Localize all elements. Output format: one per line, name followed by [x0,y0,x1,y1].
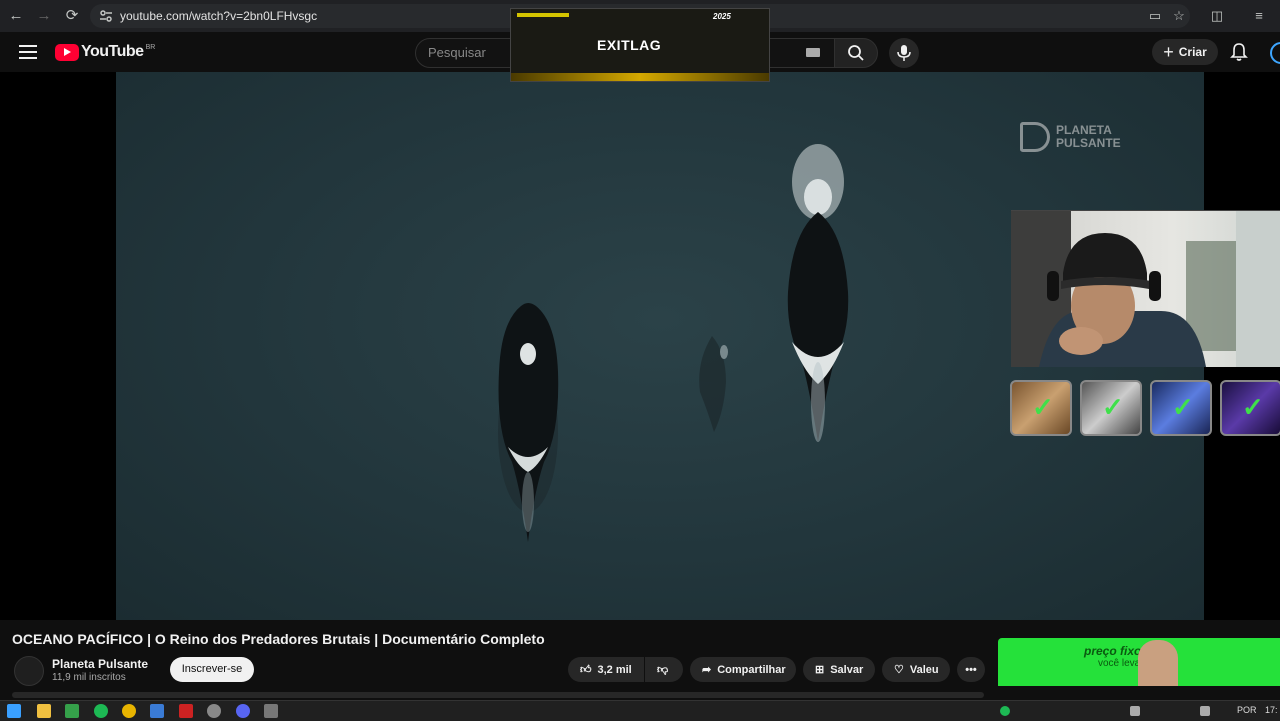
exitlag-ad-overlay[interactable]: 2025 EXITLAG [510,8,770,82]
share-arrow-icon: ➦ [702,664,712,676]
create-label: Criar [1178,45,1207,59]
back-icon[interactable]: ← [6,6,26,26]
menu-icon[interactable]: ≡ [1250,7,1268,25]
like-button[interactable]: 👍︎ 3,2 mil [568,657,644,682]
input-language[interactable]: POR [1237,705,1257,715]
ad-decor-strip [511,73,769,81]
chrome-icon[interactable] [122,704,136,718]
thumbs-up-icon: 👍︎ [580,664,592,676]
app-icon-4[interactable] [264,704,278,718]
search-icon [848,45,864,61]
account-avatar[interactable] [1270,42,1280,64]
region-code: BR [145,43,156,51]
site-settings-icon[interactable] [98,8,114,24]
ad-progress-bar [517,13,569,17]
ad-brand: EXITLAG [597,37,662,53]
orca-right [787,144,849,442]
spotify-icon[interactable] [94,704,108,718]
clock[interactable]: 17: [1265,705,1278,715]
video-title: OCEANO PACÍFICO | O Reino dos Predadores… [12,631,545,647]
subscribe-button[interactable]: Inscrever-se [170,657,254,682]
reload-icon[interactable]: ⟳ [62,6,82,26]
badge-3: ✓ [1150,380,1212,436]
extensions-icon[interactable]: ◫ [1208,7,1226,25]
app-icon-3[interactable] [179,704,193,718]
app-icon-2[interactable] [150,704,164,718]
sponsored-banner[interactable]: preço fixo você leva [998,638,1280,686]
thanks-label: Valeu [909,663,939,676]
save-button[interactable]: ⊞ Salvar [803,657,875,682]
channel-watermark: PLANETA PULSANTE [1020,122,1121,152]
description-scroll[interactable] [12,692,984,698]
banner-model-image [1138,640,1178,686]
checkmark-icon: ✓ [1242,392,1264,422]
search-placeholder: Pesquisar [428,45,486,60]
checkmark-icon: ✓ [1172,392,1194,422]
keyboard-icon[interactable] [806,48,820,57]
voice-search-button[interactable] [889,38,919,68]
checkmark-icon: ✓ [1032,392,1054,422]
planeta-logo-icon [1020,122,1050,152]
like-count: 3,2 mil [597,663,632,676]
notifications-bell-icon[interactable] [1229,42,1249,62]
badge-1: ✓ [1010,380,1072,436]
heart-dollar-icon: ♡ [894,664,904,676]
tray-icon-1[interactable] [1000,706,1010,716]
save-playlist-icon: ⊞ [815,664,825,676]
banner-headline: preço fixo [1084,644,1142,658]
search-button[interactable] [834,38,878,68]
youtube-logo[interactable]: YouTube BR [55,43,155,61]
streamer-image [1011,211,1280,367]
logo-text: YouTube [81,43,144,60]
speaker-icon[interactable] [1200,706,1210,716]
app-icon-1[interactable] [65,704,79,718]
url-text: youtube.com/watch?v=2bn0LFHvsgc [120,9,318,23]
hamburger-menu-icon[interactable] [19,45,37,59]
achievement-badges: ✓ ✓ ✓ ✓ [1010,380,1280,436]
subscriber-count: 11,9 mil inscritos [52,672,126,683]
windows-start-icon[interactable] [7,704,21,718]
tray-icon-2[interactable] [1130,706,1140,716]
play-logo-icon [55,43,79,61]
plus-icon: + [1163,42,1174,62]
file-explorer-icon[interactable] [37,704,51,718]
orca-left [498,303,559,542]
orca-calf [699,336,728,432]
badge-4: ✓ [1220,380,1280,436]
microphone-icon [897,45,911,61]
banner-subtext: você leva [1098,658,1141,669]
watermark-line-2: PULSANTE [1056,136,1121,150]
badge-2: ✓ [1080,380,1142,436]
channel-name[interactable]: Planeta Pulsante [52,657,148,671]
checkmark-icon: ✓ [1102,392,1124,422]
thumbs-down-icon: 👎︎ [657,664,669,676]
more-actions-button[interactable]: ••• [957,657,985,682]
cast-icon[interactable]: ▭ [1146,7,1164,25]
streamer-webcam [1011,210,1280,367]
create-button[interactable]: + Criar [1152,39,1218,65]
steam-icon[interactable] [207,704,221,718]
share-button[interactable]: ➦ Compartilhar [690,657,796,682]
dislike-button[interactable]: 👎︎ [645,657,683,682]
save-label: Salvar [830,663,864,676]
bookmark-star-icon[interactable]: ☆ [1170,7,1188,25]
share-label: Compartilhar [717,663,786,676]
discord-icon[interactable] [236,704,250,718]
video-letterbox-left [0,72,116,620]
ad-tag: 2025 [713,12,731,21]
windows-taskbar: POR 17: [0,700,1280,721]
thanks-button[interactable]: ♡ Valeu [882,657,950,682]
channel-avatar[interactable] [14,656,44,686]
forward-icon[interactable]: → [34,6,54,26]
more-dots-icon: ••• [965,663,977,676]
